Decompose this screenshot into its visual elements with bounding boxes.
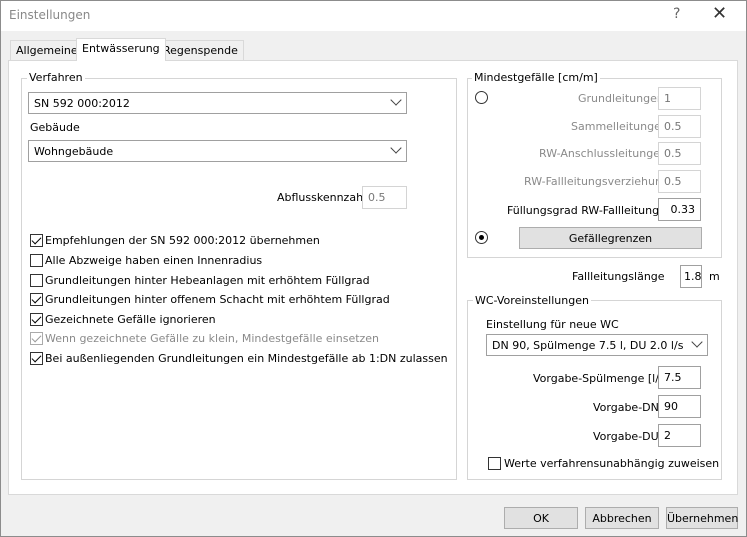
neue-wc-select[interactable]: DN 90, Spülmenge 7.5 l, DU 2.0 l/s bbox=[486, 334, 708, 356]
wc-group-title: WC-Voreinstellungen bbox=[473, 294, 591, 307]
rw-fallleitungsverziehung-label: RW-Fallleitungsverziehung bbox=[524, 175, 669, 188]
verfahren-select[interactable]: SN 592 000:2012 bbox=[28, 92, 407, 114]
checkbox-aussenliegend[interactable] bbox=[30, 352, 43, 365]
checkbox-innenradius[interactable] bbox=[30, 254, 43, 267]
help-button[interactable]: ? bbox=[673, 6, 680, 22]
gebaeude-label: Gebäude bbox=[30, 121, 80, 134]
tab-entwaesserung[interactable]: Entwässerung bbox=[76, 38, 166, 61]
vorgabe-du-label: Vorgabe-DU bbox=[593, 430, 659, 443]
gebaeude-value: Wohngebäude bbox=[34, 145, 114, 158]
vorgabe-du-input[interactable]: 2 bbox=[658, 424, 701, 447]
checkbox-offener-schacht-label: Grundleitungen hinter offenem Schacht mi… bbox=[45, 293, 390, 306]
gefaellegrenzen-button[interactable]: Gefällegrenzen bbox=[519, 227, 702, 249]
checkbox-offener-schacht[interactable] bbox=[30, 293, 43, 306]
vorgabe-dn-input[interactable]: 90 bbox=[658, 395, 701, 418]
sammelleitungen-label: Sammelleitungen bbox=[571, 120, 668, 133]
vorgabe-dn-label: Vorgabe-DN bbox=[593, 401, 659, 414]
abbrechen-button[interactable]: Abbrechen bbox=[585, 507, 659, 529]
checkbox-gefaelle-ignorieren[interactable] bbox=[30, 313, 43, 326]
checkbox-werte-zuweisen-label: Werte verfahrensunabhängig zuweisen bbox=[504, 457, 720, 470]
checkbox-gefaelle-ignorieren-label: Gezeichnete Gefälle ignorieren bbox=[45, 313, 216, 326]
checkbox-hebeanlagen-label: Grundleitungen hinter Hebeanlagen mit er… bbox=[45, 274, 370, 287]
uebernehmen-button[interactable]: Übernehmen bbox=[666, 507, 738, 529]
fallleitungslaenge-label: Fallleitungslänge bbox=[572, 270, 665, 283]
rw-fallleitungsverziehung-input: 0.5 bbox=[658, 170, 701, 193]
window-title: Einstellungen bbox=[9, 8, 91, 22]
checkbox-empfehlungen[interactable] bbox=[30, 234, 43, 247]
checkbox-hebeanlagen[interactable] bbox=[30, 274, 43, 287]
checkbox-mindestgefaelle-einsetzen-label: Wenn gezeichnete Gefälle zu klein, Minde… bbox=[45, 332, 380, 345]
fuellungsgrad-label: Füllungsgrad RW-Fallleitungen bbox=[507, 204, 673, 217]
fuellungsgrad-input[interactable]: 0.33 bbox=[658, 198, 701, 221]
vorgabe-spuelmenge-input[interactable]: 7.5 bbox=[658, 366, 701, 389]
abflusskennzahl-label: Abflusskennzahl bbox=[277, 191, 367, 204]
tab-regenspende[interactable]: Regenspende bbox=[157, 40, 244, 60]
fallleitungslaenge-input[interactable]: 1.8 bbox=[680, 265, 702, 288]
checkbox-mindestgefaelle-einsetzen bbox=[30, 332, 43, 345]
gebaeude-select[interactable]: Wohngebäude bbox=[28, 140, 407, 162]
chevron-down-icon bbox=[691, 336, 703, 348]
checkbox-aussenliegend-label: Bei außenliegenden Grundleitungen ein Mi… bbox=[45, 352, 448, 365]
title-bar bbox=[0, 0, 747, 31]
verfahren-group-title: Verfahren bbox=[27, 71, 85, 84]
radio-gefaellegrenzen[interactable] bbox=[475, 231, 488, 244]
checkbox-empfehlungen-label: Empfehlungen der SN 592 000:2012 überneh… bbox=[45, 234, 320, 247]
rw-anschlussleitungen-label: RW-Anschlussleitungen bbox=[539, 147, 667, 160]
fallleitungslaenge-unit: m bbox=[709, 270, 720, 283]
rw-anschlussleitungen-input: 0.5 bbox=[658, 142, 701, 165]
vorgabe-spuelmenge-label: Vorgabe-Spülmenge [l/s] bbox=[533, 372, 669, 385]
ok-button[interactable]: OK bbox=[504, 507, 578, 529]
sammelleitungen-input: 0.5 bbox=[658, 115, 701, 138]
grundleitungen-label: Grundleitungen bbox=[578, 92, 664, 105]
neue-wc-value: DN 90, Spülmenge 7.5 l, DU 2.0 l/s bbox=[492, 339, 684, 352]
mindestgefaelle-group-title: Mindestgefälle [cm/m] bbox=[472, 71, 600, 84]
chevron-down-icon bbox=[390, 94, 402, 106]
chevron-down-icon bbox=[390, 142, 402, 154]
checkbox-werte-zuweisen[interactable] bbox=[488, 457, 501, 470]
grundleitungen-input: 1 bbox=[658, 87, 701, 110]
close-icon[interactable]: ✕ bbox=[712, 3, 727, 24]
checkbox-innenradius-label: Alle Abzweige haben einen Innenradius bbox=[45, 254, 263, 267]
verfahren-value: SN 592 000:2012 bbox=[34, 97, 130, 110]
neue-wc-label: Einstellung für neue WC bbox=[486, 318, 619, 331]
abflusskennzahl-input[interactable]: 0.5 bbox=[362, 186, 407, 209]
radio-mindestgefaelle-werte[interactable] bbox=[475, 91, 488, 104]
